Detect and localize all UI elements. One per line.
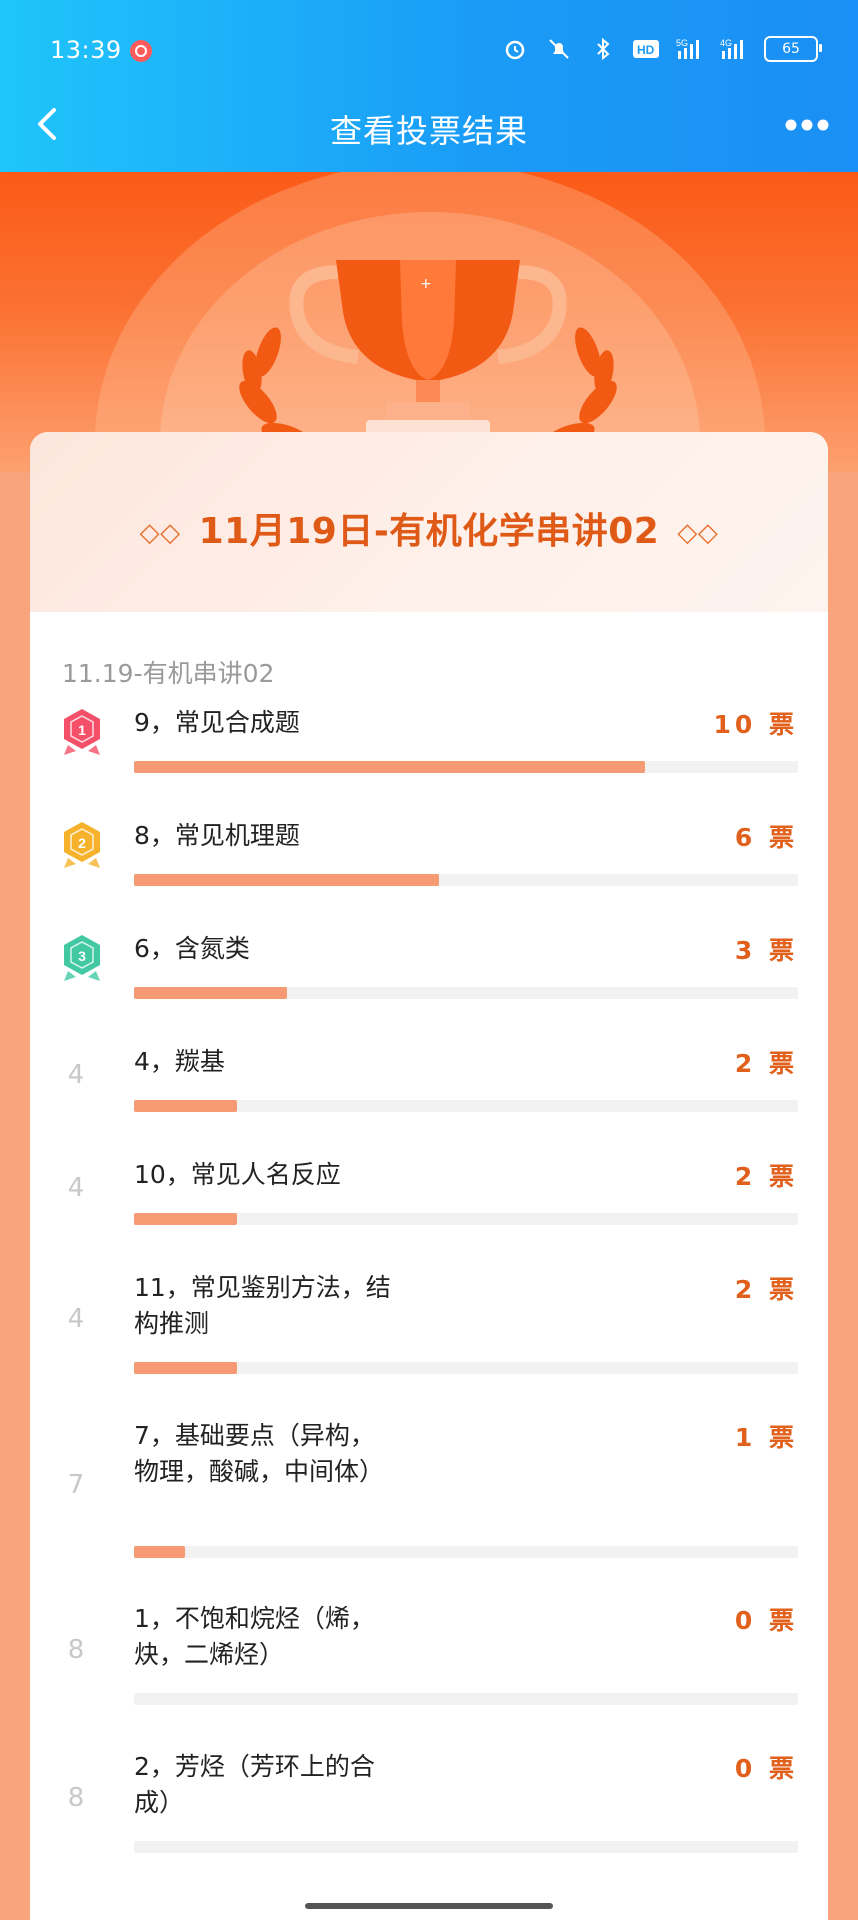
bluetooth-icon (597, 37, 610, 61)
vote-bar-track (134, 987, 798, 999)
vote-bar-track (134, 1362, 798, 1374)
home-indicator[interactable] (305, 1903, 553, 1909)
vote-count: 2 票 (734, 1162, 798, 1191)
svg-text:HD: HD (637, 43, 655, 57)
option-label: 10，常见人名反应 (134, 1160, 341, 1189)
diamond-deco-left-icon: ◇◇ (139, 518, 181, 548)
notification-icon (130, 40, 152, 62)
result-row: 2 8，常见机理题 6 票 (30, 810, 828, 923)
svg-text:5G: 5G (676, 38, 688, 48)
svg-text:2: 2 (78, 835, 86, 851)
vote-bar-fill (134, 1213, 237, 1225)
mute-icon (549, 39, 569, 59)
vote-count: 1 票 (734, 1423, 798, 1452)
more-options-icon[interactable] (784, 118, 830, 132)
rank-number: 8 (67, 1635, 85, 1665)
result-row: 4 11，常见鉴别方法，结构推测 2 票 (30, 1262, 828, 1410)
option-label: 4，羰基 (134, 1047, 225, 1076)
vote-bar-track (134, 1841, 798, 1853)
option-label: 6，含氮类 (134, 934, 250, 963)
option-label: 7，基础要点（异构，物理，酸碱，中间体） (134, 1421, 385, 1486)
option-label: 9，常见合成题 (134, 708, 300, 737)
result-row: 8 1，不饱和烷烃（烯，炔，二烯烃） 0 票 (30, 1593, 828, 1741)
svg-text:+: + (420, 276, 432, 292)
vote-title: ◇◇ 11月19日-有机化学串讲02 ◇◇ (30, 502, 828, 554)
rank-silver-badge-icon: 2 (64, 822, 100, 868)
option-label: 1，不饱和烷烃（烯，炔，二烯烃） (134, 1604, 375, 1669)
diamond-deco-right-icon: ◇◇ (677, 518, 719, 548)
result-card: ◇◇ 11月19日-有机化学串讲02 ◇◇ 11.19-有机串讲02 1 9，常见合成… (30, 432, 828, 1920)
result-row: 4 4，羰基 2 票 (30, 1036, 828, 1149)
result-row: 3 6，含氮类 3 票 (30, 923, 828, 1036)
vote-bar-fill (134, 1546, 186, 1558)
alarm-icon (505, 40, 525, 60)
vote-bar-fill (134, 874, 440, 886)
result-row: 7 7，基础要点（异构，物理，酸碱，中间体） 1 票 (30, 1410, 828, 1593)
hd-icon: HD (633, 40, 659, 58)
vote-bar-track (134, 874, 798, 886)
vote-count: 0 票 (734, 1754, 798, 1783)
vote-bar-fill (134, 1362, 237, 1374)
vote-bar-track (134, 1213, 798, 1225)
status-time: 13:39 (50, 36, 122, 64)
vote-bar-track (134, 761, 798, 773)
rank-gold-badge-icon: 1 (64, 709, 100, 755)
vote-count: 2 票 (734, 1275, 798, 1304)
option-label: 2，芳烃（芳环上的合成） (134, 1752, 375, 1817)
trophy-banner: + (0, 172, 858, 472)
vote-count: 6 票 (734, 823, 798, 852)
app-header: 13:39 HD 5G 4G 65 查看投票结果 (0, 0, 858, 172)
rank-bronze-badge-icon: 3 (64, 935, 100, 981)
rank-number: 4 (67, 1304, 85, 1334)
vote-count: 2 票 (734, 1049, 798, 1078)
rank-number: 4 (67, 1060, 85, 1090)
signal-5g-icon: 5G (676, 38, 699, 59)
result-row: 8 2，芳烃（芳环上的合成） 0 票 (30, 1741, 828, 1889)
vote-bar-fill (134, 761, 646, 773)
status-bar: 13:39 HD 5G 4G 65 (0, 0, 858, 100)
vote-title-text: 11月19日-有机化学串讲02 (198, 511, 660, 552)
status-icons: HD 5G 4G 65 (500, 36, 822, 62)
page-title: 查看投票结果 (329, 112, 528, 150)
nav-bar: 查看投票结果 (0, 100, 858, 172)
vote-count: 10 票 (713, 710, 798, 739)
vote-bar-track (134, 1100, 798, 1112)
result-row: 4 10，常见人名反应 2 票 (30, 1149, 828, 1262)
battery-icon: 65 (764, 36, 822, 62)
vote-bar-track (134, 1693, 798, 1705)
rank-number: 7 (67, 1470, 85, 1500)
vote-bar-track (134, 1546, 798, 1558)
rank-number: 4 (67, 1173, 85, 1203)
svg-text:1: 1 (78, 722, 86, 738)
vote-bar-fill (134, 987, 287, 999)
vote-count: 3 票 (734, 936, 798, 965)
rank-number: 8 (67, 1783, 85, 1813)
vote-bar-fill (134, 1100, 237, 1112)
vote-subtitle: 11.19-有机串讲02 (62, 659, 275, 688)
svg-text:4G: 4G (720, 38, 732, 48)
signal-4g-icon: 4G (720, 38, 743, 59)
option-label: 11，常见鉴别方法，结构推测 (134, 1273, 391, 1338)
option-label: 8，常见机理题 (134, 821, 300, 850)
svg-text:3: 3 (78, 948, 86, 964)
result-row: 1 9，常见合成题 10 票 (30, 697, 828, 810)
vote-count: 0 票 (734, 1606, 798, 1635)
